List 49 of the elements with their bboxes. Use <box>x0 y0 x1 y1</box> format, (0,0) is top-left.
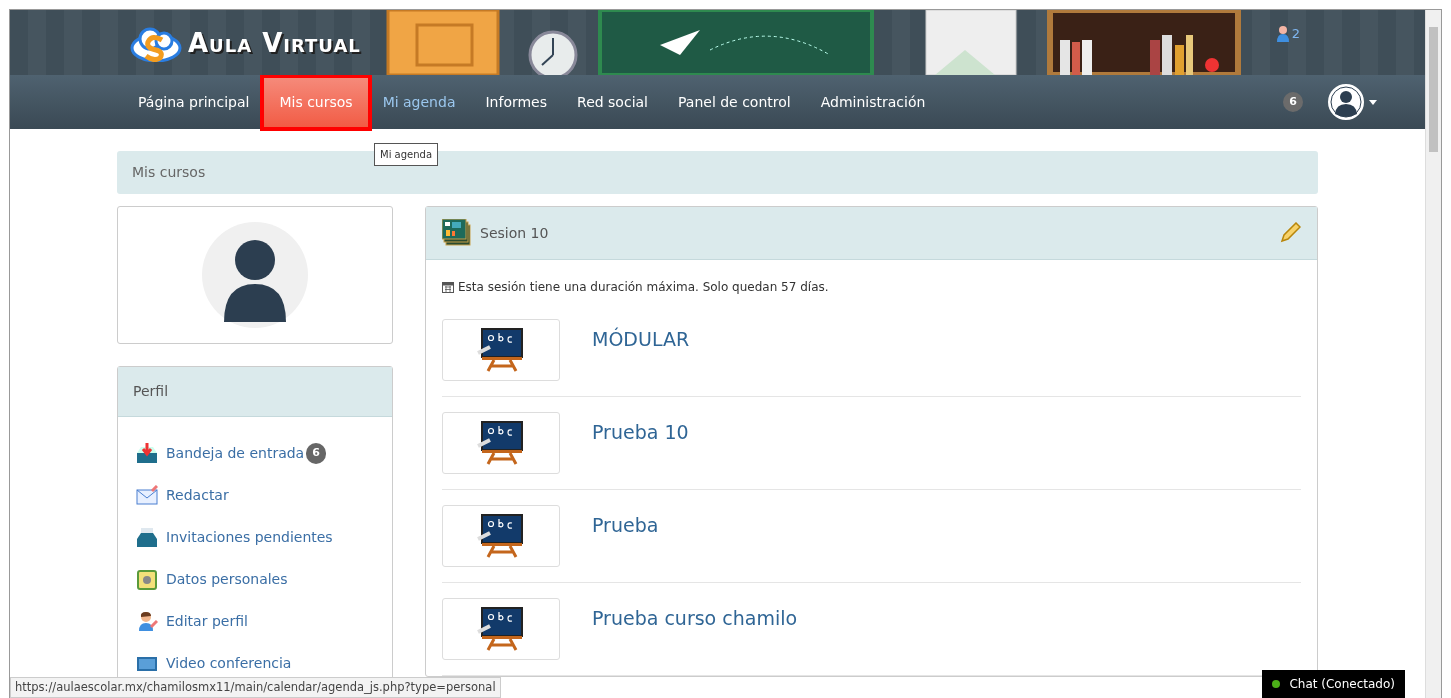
unread-count-badge: 6 <box>306 443 326 464</box>
nav-link[interactable]: Informes <box>470 77 563 127</box>
course-thumbnail[interactable] <box>442 598 560 660</box>
online-count: 2 <box>1291 25 1300 43</box>
invitations-icon <box>136 527 158 548</box>
chalkboard-icon <box>476 606 526 652</box>
session-notice: Esta sesión tiene una duración máxima. Solo quedan 57 días. <box>458 279 829 296</box>
chalkboard-icon <box>476 513 526 559</box>
nav-link[interactable]: Red social <box>562 77 663 127</box>
course-title[interactable]: Prueba curso chamilo <box>592 604 798 633</box>
session-icon <box>442 219 472 247</box>
profile-link[interactable]: Datos personales <box>118 559 392 601</box>
user-icon <box>1276 25 1289 42</box>
compose-icon <box>136 485 158 506</box>
profile-link[interactable]: Bandeja de entrada 6 <box>118 433 392 475</box>
chalkboard-icon <box>476 327 526 373</box>
nav-link[interactable]: Panel de control <box>663 77 806 127</box>
calendar-icon <box>442 281 454 293</box>
chat-bar[interactable]: Chat (Conectado) <box>1262 670 1405 698</box>
inbox-icon <box>136 443 158 464</box>
course-thumbnail[interactable] <box>442 319 560 381</box>
user-silhouette-icon <box>202 222 308 328</box>
scrollbar-thumb[interactable] <box>1429 27 1438 152</box>
nav-link[interactable]: Mi agenda <box>367 77 471 127</box>
scrollbar[interactable] <box>1425 10 1441 698</box>
profile-link[interactable]: Invitaciones pendientes <box>118 517 392 559</box>
profile-link[interactable]: Editar perfil <box>118 601 392 643</box>
caret-icon <box>1369 99 1377 105</box>
course-title[interactable]: Prueba <box>592 511 659 540</box>
profile-link[interactable]: Redactar <box>118 475 392 517</box>
session-title: Sesion 10 <box>480 223 550 243</box>
course-thumbnail[interactable] <box>442 412 560 474</box>
chalkboard-icon <box>476 420 526 466</box>
course-title[interactable]: MÓDULAR <box>592 325 690 354</box>
course-thumbnail[interactable] <box>442 505 560 567</box>
panel-title: Perfil <box>118 367 392 417</box>
user-menu-button[interactable] <box>1327 83 1377 121</box>
course-title[interactable]: Prueba 10 <box>592 418 689 447</box>
personal-data-icon <box>136 569 158 590</box>
cloud-logo-icon <box>130 27 182 62</box>
tooltip: Mi agenda <box>374 143 439 166</box>
logo-text: Aula Virtual <box>188 27 361 60</box>
nav-link[interactable]: Página principal <box>123 77 265 127</box>
avatar-icon <box>1327 83 1365 121</box>
pencil-edit-icon <box>1279 222 1301 244</box>
notification-badge[interactable]: 6 <box>1283 91 1303 113</box>
link-url-tooltip: https://aulaescolar.mx/chamilosmx11/main/calendar/agenda_js.php?type=personal <box>10 676 501 698</box>
nav-link[interactable]: Administración <box>805 77 941 127</box>
edit-profile-icon <box>136 611 158 632</box>
